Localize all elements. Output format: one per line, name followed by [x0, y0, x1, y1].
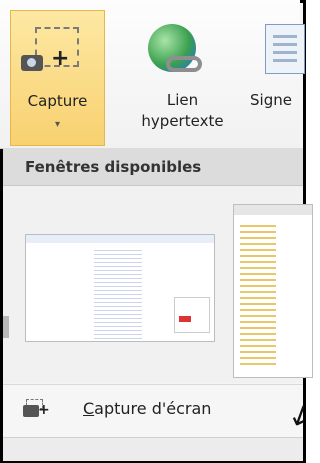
- screen-clipping-command[interactable]: + Capture d'écran: [3, 384, 303, 437]
- camera-icon: [21, 55, 43, 71]
- capture-button[interactable]: + Capture ▾: [10, 10, 105, 146]
- window-thumbnail[interactable]: [25, 234, 215, 342]
- link-chain-icon: [166, 56, 202, 72]
- left-scroll-mark: [3, 316, 9, 338]
- signature-document-icon: [265, 24, 305, 74]
- camera-icon: [23, 405, 39, 417]
- gallery-header: Fenêtres disponibles: [3, 148, 303, 186]
- hyperlink-label-line1: Lien: [166, 91, 199, 109]
- menu-footer: [3, 437, 303, 461]
- screen-clipping-icon: +: [23, 399, 50, 419]
- screen-clipping-text: apture d'écran: [94, 399, 212, 418]
- thumbnail-popup: [174, 297, 210, 333]
- plus-icon: +: [51, 46, 70, 71]
- signature-button[interactable]: Signe: [250, 10, 310, 146]
- thumbnail-titlebar: [26, 235, 214, 243]
- available-windows-gallery: Fenêtres disponibles: [3, 148, 313, 383]
- hyperlink-label-line2: hypertexte: [141, 112, 224, 130]
- hyperlink-label: Lien hypertexte: [120, 90, 245, 132]
- signature-label: Signe: [250, 91, 292, 109]
- thumbnail-file-list: [240, 221, 276, 369]
- screen-clipping-label: Capture d'écran: [83, 399, 211, 418]
- thumbnail-content: [94, 247, 142, 339]
- thumbnail-titlebar: [234, 205, 312, 215]
- chevron-down-icon[interactable]: ▾: [11, 114, 104, 135]
- plus-icon: +: [38, 402, 50, 418]
- ribbon: + Capture ▾ Lien hypertexte Signe: [0, 0, 305, 149]
- hyperlink-button[interactable]: Lien hypertexte: [120, 10, 245, 146]
- window-thumbnail[interactable]: [233, 204, 313, 378]
- access-key-letter: C: [83, 399, 95, 418]
- capture-label: Capture: [27, 92, 88, 110]
